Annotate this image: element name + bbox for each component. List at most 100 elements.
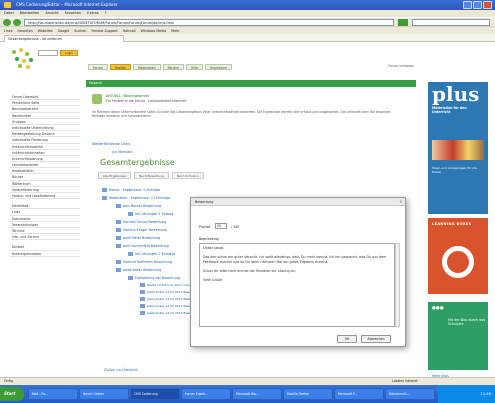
link-item[interactable]: Fenster-Support bbox=[91, 27, 117, 34]
topnav-item[interactable]: Hilfe bbox=[186, 64, 204, 70]
maximize-button[interactable] bbox=[473, 1, 482, 9]
tab-by-student[interactable]: Nach Schülern bbox=[171, 172, 204, 179]
dialog-title: Bewertung bbox=[195, 200, 214, 204]
login-field[interactable] bbox=[38, 50, 58, 56]
taskbar-item[interactable]: CMS Codierung bbox=[130, 388, 180, 400]
taskbar-item[interactable]: Neuer Ordner bbox=[79, 388, 129, 400]
sidebar-item[interactable]: Info- und Service bbox=[10, 234, 80, 241]
section-link[interactable]: Weiterführende Links bbox=[92, 142, 130, 146]
close-button[interactable] bbox=[483, 1, 492, 9]
sidebar: Forum-Übersicht Persönliche Seite Benutzer… bbox=[10, 94, 80, 257]
menu-edit[interactable]: Bearbeiten bbox=[20, 10, 40, 17]
tree-row-label: Melanie Hoffmann Bewertung bbox=[123, 260, 173, 264]
plus-subtitle: Materialien für den Unterricht bbox=[432, 106, 467, 114]
folder-icon bbox=[128, 252, 133, 256]
topnav-item[interactable]: Forum bbox=[88, 64, 108, 70]
status-bar: Fertig Lokales Intranet bbox=[0, 377, 495, 385]
folder-icon bbox=[102, 188, 107, 192]
start-button[interactable]: Start bbox=[0, 387, 24, 401]
menu-tools[interactable]: Extras bbox=[87, 10, 98, 17]
back-link[interactable]: Zurück zur Übersicht bbox=[104, 368, 137, 372]
page-header: Login Forum Suchen Materialien Service H… bbox=[8, 46, 418, 76]
sidebar-item[interactable]: Sprach- und Leseförderung bbox=[10, 193, 80, 200]
menu-help[interactable]: ? bbox=[105, 10, 107, 17]
sidebar-item[interactable]: Nutzungshinweise bbox=[10, 251, 80, 257]
folder-icon bbox=[140, 283, 145, 287]
window-controls bbox=[463, 1, 492, 9]
comment-label: Begründung bbox=[199, 237, 219, 241]
link-item[interactable]: Hotmail bbox=[123, 27, 136, 34]
tree-row-label: Materialien - Ergebnisse: 12 Einträge bbox=[109, 196, 171, 200]
menu-favorites[interactable]: Favoriten bbox=[65, 10, 82, 17]
tab-all[interactable]: Alle Ergebnisse bbox=[98, 172, 131, 179]
taskbar-item[interactable]: Dokument1... bbox=[385, 388, 435, 400]
folder-icon bbox=[116, 236, 121, 240]
link-item[interactable]: Links bbox=[4, 27, 12, 34]
browser-tab[interactable]: Gesamtergebnisse - forumforum bbox=[4, 35, 124, 42]
menu-file[interactable]: Datei bbox=[4, 10, 14, 17]
url-input[interactable]: http://fos-materialien.de/cms/GEBETSFORU… bbox=[24, 19, 394, 26]
tree-row-label: mit Lösungen 2 Einträge bbox=[135, 252, 176, 256]
folder-icon bbox=[116, 244, 121, 248]
page-title: Gesamtergebnisse bbox=[100, 158, 175, 167]
link-item[interactable]: Mehr bbox=[171, 27, 179, 34]
search-input[interactable] bbox=[412, 19, 490, 26]
zone-text: Lokales Intranet bbox=[392, 379, 418, 383]
browser-window: CMS Codierung/Editor – Microsoft Interne… bbox=[0, 0, 495, 403]
intro-text: Im Rahmen dieser Unterrichtsreihe sollen… bbox=[92, 110, 391, 119]
folder-icon bbox=[140, 304, 145, 308]
forward-button[interactable] bbox=[13, 19, 21, 26]
dialog-title-bar: Bewertung x bbox=[191, 198, 405, 206]
go-button[interactable] bbox=[398, 19, 408, 26]
logout-link[interactable]: Forum verlassen bbox=[388, 64, 414, 68]
tab-by-rating[interactable]: Nach Bewertung bbox=[133, 172, 169, 179]
textarea-scrollbar[interactable] bbox=[395, 243, 400, 327]
link-item[interactable]: Google bbox=[58, 27, 70, 34]
plus-footer: Ideen und Anregungen für die Praxis bbox=[432, 166, 478, 174]
link-item[interactable]: Favoriten bbox=[17, 27, 32, 34]
topnav-item[interactable]: Service bbox=[162, 64, 184, 70]
ok-button[interactable]: OK bbox=[337, 335, 357, 343]
section-icon bbox=[92, 94, 102, 104]
back-button[interactable] bbox=[3, 19, 11, 26]
window-title: CMS Codierung/Editor – Microsoft Interne… bbox=[16, 2, 118, 7]
tree-row[interactable]: Klasse - Ergebnisse: 5 Einträge bbox=[102, 186, 402, 194]
comment-textarea[interactable]: Lieber Jakob, Das war schon ein guter Ve… bbox=[199, 243, 395, 327]
learning-box-title: LEARNING BOXES bbox=[432, 222, 472, 226]
dots-icon: ●●● bbox=[432, 306, 444, 311]
tree-row-label: Fortsetzung der Bewertung bbox=[135, 276, 180, 280]
points-input[interactable]: 20 bbox=[215, 223, 227, 229]
topnav-item[interactable]: Impressum bbox=[205, 64, 233, 70]
overview-link[interactable]: zur Übersicht bbox=[112, 150, 133, 154]
tree-row-label: Janik Meier Bewertung bbox=[123, 236, 161, 240]
tree-row-label: Jakob Koller Bewertung bbox=[123, 268, 162, 272]
links-bar: Links Favoriten Websites Google Suchen F… bbox=[0, 26, 495, 34]
link-item[interactable]: Suchen bbox=[74, 27, 86, 34]
top-navigation: Forum Suchen Materialien Service Hilfe I… bbox=[88, 64, 233, 70]
ad-column: plus Materialien für den Unterricht Idee… bbox=[422, 82, 492, 378]
taskbar-item[interactable]: Microsoft P... bbox=[334, 388, 384, 400]
status-text: Fertig bbox=[4, 379, 14, 383]
page-content: Login Forum Suchen Materialien Service H… bbox=[0, 42, 495, 378]
learning-box-banner[interactable]: LEARNING BOXES bbox=[428, 218, 488, 294]
tree-row-label: mit Lösungen 1 Eintrag bbox=[135, 212, 174, 216]
minimize-button[interactable] bbox=[463, 1, 472, 9]
topnav-item[interactable]: Materialien bbox=[133, 64, 161, 70]
login-button[interactable]: Login bbox=[60, 50, 78, 56]
link-item[interactable]: Websites bbox=[38, 27, 53, 34]
close-icon[interactable]: x bbox=[400, 198, 402, 206]
taskbar-item[interactable]: Microsoft Wo... bbox=[232, 388, 282, 400]
taskbar-item[interactable]: Mail - Po... bbox=[28, 388, 78, 400]
taskbar-item[interactable]: Forum Ergeb... bbox=[181, 388, 231, 400]
taskbar-item[interactable]: Mozilla Firefox bbox=[283, 388, 333, 400]
folder-icon bbox=[116, 268, 121, 272]
cancel-button[interactable]: Abbrechen bbox=[361, 335, 391, 343]
link-item[interactable]: Windows Media bbox=[141, 27, 167, 34]
site-logo bbox=[10, 48, 40, 72]
plus-banner[interactable]: plus Materialien für den Unterricht Idee… bbox=[428, 82, 488, 214]
menu-view[interactable]: Ansicht bbox=[45, 10, 58, 17]
points-suffix: / 100 bbox=[231, 225, 240, 229]
green-banner[interactable]: ●●● Mit der Box durch das Schuljahr bbox=[428, 302, 488, 370]
browser-icon bbox=[4, 2, 11, 8]
topnav-item-active[interactable]: Suchen bbox=[109, 64, 132, 70]
